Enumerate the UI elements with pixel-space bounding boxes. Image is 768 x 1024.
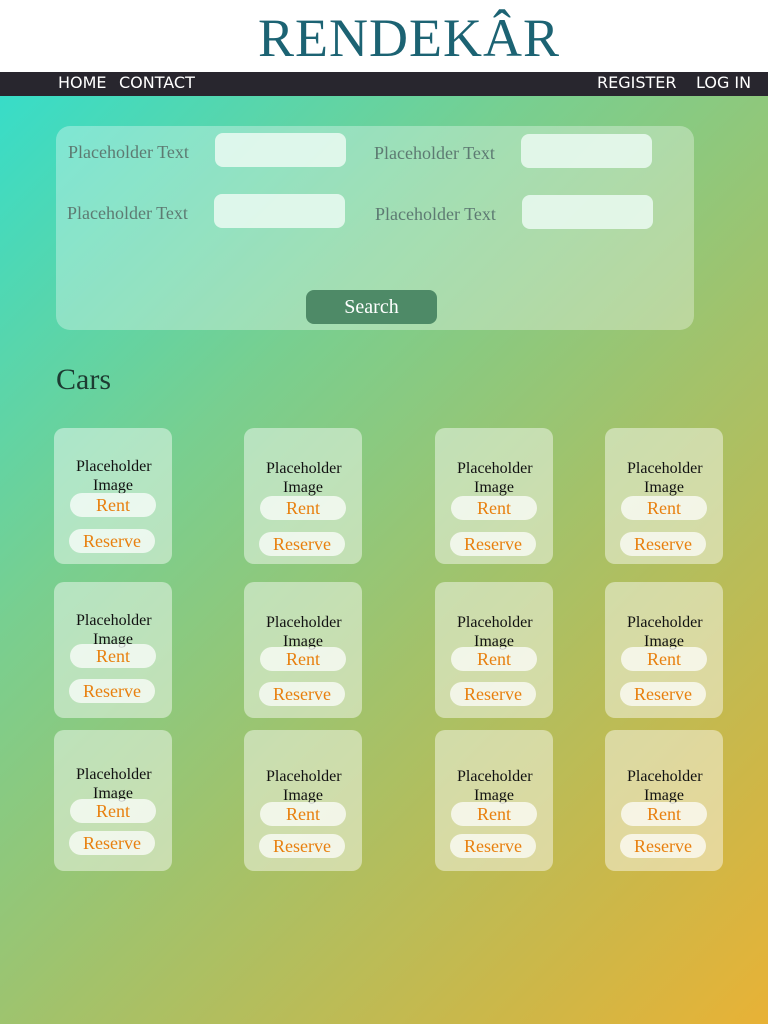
car-image-placeholder: Placeholder Image xyxy=(266,768,342,804)
search-button[interactable]: Search xyxy=(306,290,437,324)
car-image-placeholder: Placeholder Image xyxy=(76,458,152,494)
reserve-button[interactable]: Reserve xyxy=(620,532,706,556)
field-label-3: Placeholder Text xyxy=(67,203,188,223)
field-label-1: Placeholder Text xyxy=(68,142,189,162)
reserve-button[interactable]: Reserve xyxy=(620,834,706,858)
reserve-button[interactable]: Reserve xyxy=(69,529,155,553)
rent-button[interactable]: Rent xyxy=(451,802,537,826)
car-image-placeholder: Placeholder Image xyxy=(457,768,533,804)
header: RENDEKÂR xyxy=(0,0,768,72)
logo-text: RENDEKÂR xyxy=(258,8,560,68)
car-card: Placeholder Image Rent Reserve xyxy=(244,582,362,718)
rent-button[interactable]: Rent xyxy=(70,799,156,823)
nav-home-link[interactable]: HOME xyxy=(58,73,107,93)
field-label-2: Placeholder Text xyxy=(374,143,495,163)
car-image-placeholder: Placeholder Image xyxy=(627,460,703,496)
nav-login-link[interactable]: LOG IN xyxy=(696,73,751,93)
rent-button[interactable]: Rent xyxy=(260,496,346,520)
car-card: Placeholder Image Rent Reserve xyxy=(244,428,362,564)
search-field-3[interactable] xyxy=(214,194,345,228)
reserve-button[interactable]: Reserve xyxy=(450,532,536,556)
reserve-button[interactable]: Reserve xyxy=(620,682,706,706)
rent-button[interactable]: Rent xyxy=(621,647,707,671)
field-label-4: Placeholder Text xyxy=(375,204,496,224)
rent-button[interactable]: Rent xyxy=(451,647,537,671)
rent-button[interactable]: Rent xyxy=(70,493,156,517)
search-field-4[interactable] xyxy=(522,195,653,229)
car-card: Placeholder Image Rent Reserve xyxy=(435,730,553,871)
rent-button[interactable]: Rent xyxy=(621,496,707,520)
car-image-placeholder: Placeholder Image xyxy=(627,614,703,650)
rent-button[interactable]: Rent xyxy=(260,802,346,826)
cars-section-title: Cars xyxy=(56,363,111,396)
nav-contact-link[interactable]: CONTACT xyxy=(119,73,195,93)
rent-button[interactable]: Rent xyxy=(70,644,156,668)
search-field-2[interactable] xyxy=(521,134,652,168)
reserve-button[interactable]: Reserve xyxy=(259,532,345,556)
car-card: Placeholder Image Rent Reserve xyxy=(435,428,553,564)
car-card: Placeholder Image Rent Reserve xyxy=(244,730,362,871)
reserve-button[interactable]: Reserve xyxy=(69,679,155,703)
rent-button[interactable]: Rent xyxy=(260,647,346,671)
reserve-button[interactable]: Reserve xyxy=(450,834,536,858)
car-image-placeholder: Placeholder Image xyxy=(627,768,703,804)
rent-button[interactable]: Rent xyxy=(451,496,537,520)
car-card: Placeholder Image Rent Reserve xyxy=(605,428,723,564)
reserve-button[interactable]: Reserve xyxy=(450,682,536,706)
reserve-button[interactable]: Reserve xyxy=(259,834,345,858)
car-card: Placeholder Image Rent Reserve xyxy=(54,582,172,718)
car-image-placeholder: Placeholder Image xyxy=(266,460,342,496)
car-card: Placeholder Image Rent Reserve xyxy=(435,582,553,718)
rent-button[interactable]: Rent xyxy=(621,802,707,826)
car-image-placeholder: Placeholder Image xyxy=(266,614,342,650)
car-card: Placeholder Image Rent Reserve xyxy=(54,730,172,871)
reserve-button[interactable]: Reserve xyxy=(69,831,155,855)
reserve-button[interactable]: Reserve xyxy=(259,682,345,706)
car-card: Placeholder Image Rent Reserve xyxy=(605,582,723,718)
nav-bar: HOME CONTACT REGISTER LOG IN xyxy=(0,72,768,96)
car-image-placeholder: Placeholder Image xyxy=(76,766,152,802)
car-image-placeholder: Placeholder Image xyxy=(457,460,533,496)
logo[interactable]: RENDEKÂR xyxy=(0,6,768,70)
search-field-1[interactable] xyxy=(215,133,346,167)
car-image-placeholder: Placeholder Image xyxy=(457,614,533,650)
car-card: Placeholder Image Rent Reserve xyxy=(605,730,723,871)
car-card: Placeholder Image Rent Reserve xyxy=(54,428,172,564)
nav-register-link[interactable]: REGISTER xyxy=(597,73,677,93)
